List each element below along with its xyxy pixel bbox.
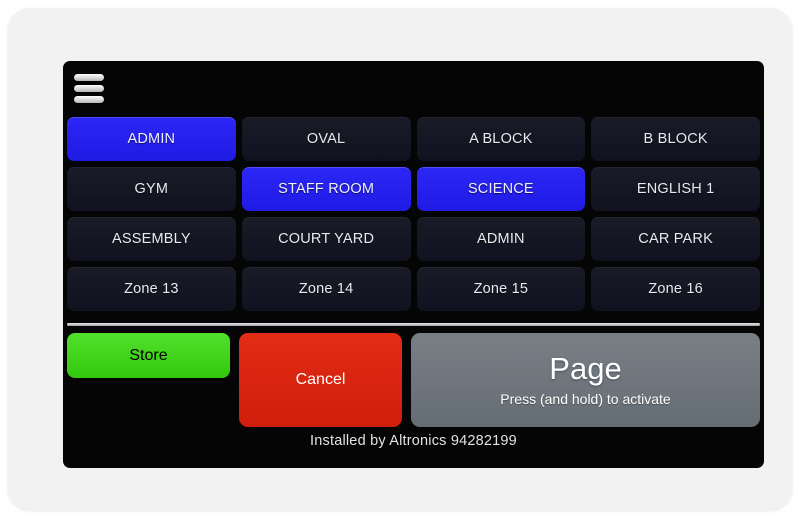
store-button-label: Store <box>129 346 168 364</box>
zone-button-label: ENGLISH 1 <box>636 181 715 197</box>
zone-button-label: ADMIN <box>127 131 176 147</box>
zone-button-1[interactable]: ADMIN <box>67 117 236 161</box>
zone-button-label: OVAL <box>306 131 346 147</box>
zone-button-13[interactable]: Zone 13 <box>67 267 236 311</box>
hamburger-menu-icon[interactable] <box>71 70 107 106</box>
zone-button-label: SCIENCE <box>467 181 534 197</box>
zone-button-14[interactable]: Zone 14 <box>241 267 411 311</box>
zone-button-3[interactable]: A BLOCK <box>416 117 586 161</box>
section-divider <box>67 323 760 326</box>
touch-screen: ADMIN OVAL A BLOCK B BLOCK GYM STAFF ROO… <box>63 61 764 468</box>
action-bar: Store Cancel Page Press (and hold) to ac… <box>67 333 760 429</box>
installer-credit: Installed by Altronics 94282199 <box>310 433 517 449</box>
zone-button-10[interactable]: COURT YARD <box>241 217 411 261</box>
zone-button-label: COURT YARD <box>278 231 375 247</box>
zone-button-6[interactable]: STAFF ROOM <box>241 167 411 211</box>
page-button-label: Page <box>549 351 622 387</box>
zone-button-label: CAR PARK <box>638 231 713 247</box>
menu-bar-1 <box>74 74 104 81</box>
zone-button-label: Zone 14 <box>298 281 354 297</box>
zone-button-8[interactable]: ENGLISH 1 <box>591 167 760 211</box>
zone-button-16[interactable]: Zone 16 <box>591 267 760 311</box>
device-frame: ADMIN OVAL A BLOCK B BLOCK GYM STAFF ROO… <box>8 8 792 510</box>
zone-button-4[interactable]: B BLOCK <box>591 117 760 161</box>
zone-button-label: B BLOCK <box>643 131 708 147</box>
zone-button-15[interactable]: Zone 15 <box>416 267 586 311</box>
zone-button-label: STAFF ROOM <box>278 181 375 197</box>
zone-button-label: Zone 16 <box>648 281 703 297</box>
page-button[interactable]: Page Press (and hold) to activate <box>411 333 760 427</box>
zone-button-label: Zone 15 <box>473 281 529 297</box>
zone-button-label: GYM <box>134 181 169 197</box>
page-button-hint: Press (and hold) to activate <box>500 390 671 407</box>
zone-button-label: A BLOCK <box>469 131 533 147</box>
zone-button-label: ASSEMBLY <box>112 231 191 247</box>
zone-button-11[interactable]: ADMIN <box>416 217 586 261</box>
cancel-button[interactable]: Cancel <box>239 333 402 427</box>
zone-button-grid: ADMIN OVAL A BLOCK B BLOCK GYM STAFF ROO… <box>67 117 760 311</box>
menu-bar-2 <box>74 85 104 92</box>
zone-button-9[interactable]: ASSEMBLY <box>67 217 236 261</box>
zone-button-12[interactable]: CAR PARK <box>591 217 760 261</box>
zone-button-label: Zone 13 <box>124 281 179 297</box>
zone-button-2[interactable]: OVAL <box>241 117 411 161</box>
store-button[interactable]: Store <box>67 333 230 378</box>
zone-button-7[interactable]: SCIENCE <box>416 167 586 211</box>
menu-bar-3 <box>74 96 104 103</box>
zone-button-5[interactable]: GYM <box>67 167 236 211</box>
zone-button-label: ADMIN <box>477 231 525 247</box>
cancel-button-label: Cancel <box>295 371 346 388</box>
